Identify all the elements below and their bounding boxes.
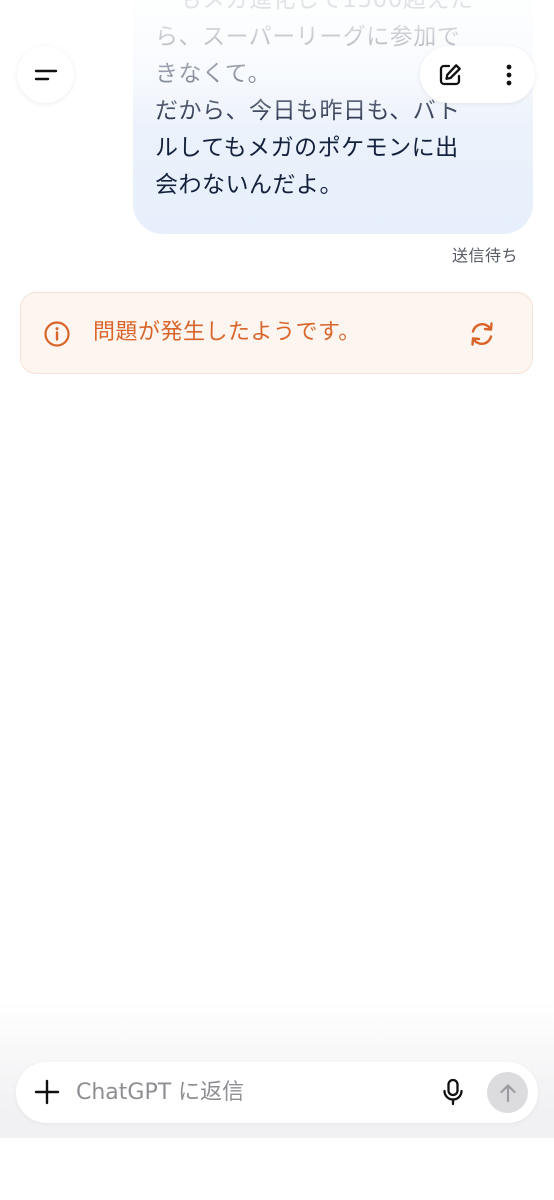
menu-icon: [34, 69, 57, 80]
info-circle-icon: [44, 321, 70, 347]
error-message: 問題が発生したようです。: [93, 320, 361, 345]
retry-button[interactable]: [463, 315, 501, 353]
microphone-icon: [443, 1078, 463, 1106]
more-options-button[interactable]: [489, 55, 528, 94]
message-line: ルしてもメガのポケモンに出: [155, 135, 459, 161]
voice-input-button[interactable]: [434, 1073, 472, 1111]
chat-screen: ーもメガ進化して1500超えた ら、スーパーリーグに参加で きなくて。 だから、…: [0, 0, 554, 1200]
refresh-icon: [471, 322, 493, 346]
system-nav-area: [0, 1138, 554, 1200]
arrow-up-icon: [499, 1083, 516, 1102]
message-line: ーもメガ進化して1500超えた: [155, 0, 474, 13]
message-composer: [16, 1062, 538, 1123]
message-line: 会わないんだよ。: [155, 172, 343, 198]
user-message-bubble: ーもメガ進化して1500超えた ら、スーパーリーグに参加で きなくて。 だから、…: [133, 0, 533, 234]
more-vertical-icon: [506, 64, 511, 85]
reply-input[interactable]: [76, 1072, 426, 1112]
attach-button[interactable]: [28, 1073, 66, 1111]
sidebar-menu-button[interactable]: [17, 46, 74, 103]
plus-icon: [34, 1079, 60, 1105]
header-actions: [420, 46, 535, 103]
error-banner: 問題が発生したようです。: [20, 292, 533, 374]
send-button[interactable]: [487, 1072, 528, 1113]
new-chat-icon: [439, 63, 461, 85]
pending-status-label: 送信待ち: [451, 246, 518, 265]
new-chat-button[interactable]: [430, 55, 469, 94]
